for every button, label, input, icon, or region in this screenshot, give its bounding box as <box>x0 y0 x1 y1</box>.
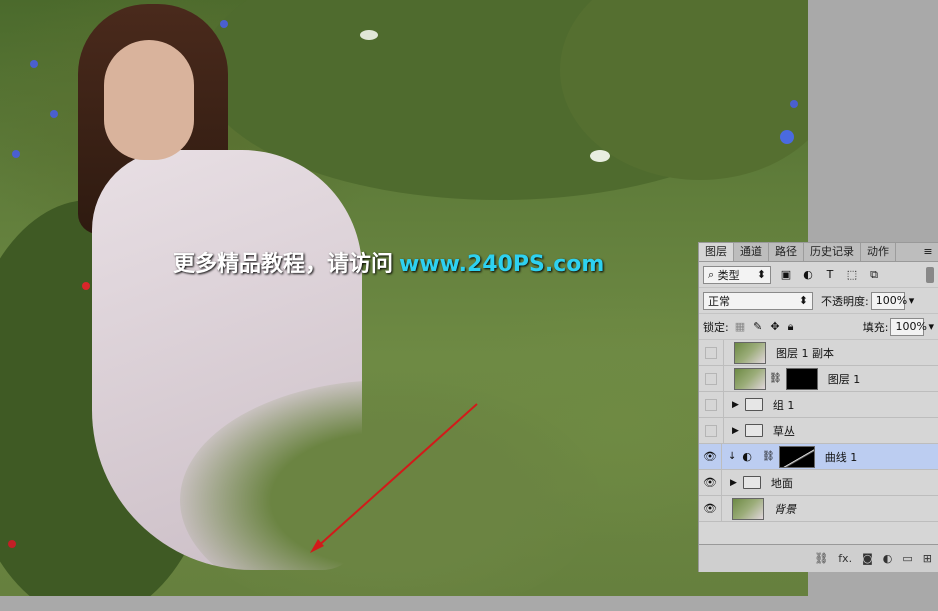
fill-input[interactable]: 100% <box>890 317 927 336</box>
layer-row[interactable]: ▶ 草丛 <box>699 417 938 444</box>
tab-layers[interactable]: 图层 <box>699 243 734 261</box>
visibility-toggle[interactable] <box>705 372 717 385</box>
fill-label: 填充: <box>862 320 889 334</box>
visibility-toggle[interactable] <box>705 424 717 437</box>
divider <box>723 365 724 392</box>
divider <box>721 469 722 496</box>
visibility-toggle[interactable] <box>705 398 717 411</box>
divider <box>721 495 722 522</box>
blend-mode-select[interactable]: 正常 ⬍ <box>703 291 813 310</box>
layer-name[interactable]: 草丛 <box>773 423 795 439</box>
filter-kind-label: 类型 <box>717 268 740 282</box>
layers-panel: 图层 通道 路径 历史记录 动作 ≡ ⌕ 类型 ⬍ ▣ ◐ T ⬚ ⧉ 正常 ⬍ 不透明度:… <box>698 242 938 572</box>
blend-mode-value: 正常 <box>708 294 730 308</box>
opacity-input[interactable]: 100% <box>870 291 907 310</box>
search-icon: ⌕ <box>708 267 715 281</box>
tab-channels[interactable]: 通道 <box>734 243 769 261</box>
opacity-label: 不透明度: <box>821 294 869 308</box>
layer-row[interactable]: ⛓ 图层 1 <box>699 365 938 392</box>
layer-name[interactable]: 曲线 1 <box>825 449 858 465</box>
layer-thumbnail <box>734 367 766 390</box>
tab-paths[interactable]: 路径 <box>769 243 804 261</box>
adjustment-curves-icon: ◐ <box>742 450 752 463</box>
folder-icon[interactable]: ▭ <box>902 552 912 565</box>
adjustment-icon[interactable]: ◐ <box>883 552 893 565</box>
link-chain-icon[interactable]: ⛓ <box>769 373 782 384</box>
filter-icons: ▣ ◐ T ⬚ ⧉ <box>771 268 881 281</box>
smart-object-filter-icon[interactable]: ⧉ <box>867 268 881 281</box>
chevron-down-icon[interactable]: ▾ <box>909 294 915 307</box>
lock-row: 锁定: ▦ ✎ ✥ 🔒︎ 填充: 100% ▾ <box>699 314 938 340</box>
divider <box>723 417 724 444</box>
eye-icon[interactable]: 👁︎ <box>699 450 721 463</box>
layer-name[interactable]: 背景 <box>774 501 796 517</box>
layer-row[interactable]: ▶ 组 1 <box>699 391 938 418</box>
layer-name[interactable]: 图层 1 副本 <box>776 345 834 361</box>
lock-image-icon[interactable]: ✎ <box>753 320 762 333</box>
adjustment-filter-icon[interactable]: ◐ <box>801 268 815 281</box>
chevron-down-icon[interactable]: ▾ <box>928 320 934 333</box>
layer-mask-thumbnail[interactable] <box>778 445 815 468</box>
filter-row: ⌕ 类型 ⬍ ▣ ◐ T ⬚ ⧉ <box>699 262 938 288</box>
chevron-updown-icon: ⬍ <box>756 268 766 281</box>
red-arrow-annotation <box>310 403 478 553</box>
panel-menu-icon[interactable]: ≡ <box>918 243 938 261</box>
panel-tabs: 图层 通道 路径 历史记录 动作 ≡ <box>699 243 938 262</box>
folder-icon <box>742 476 761 489</box>
lock-transparent-icon[interactable]: ▦ <box>735 320 745 333</box>
layer-name[interactable]: 地面 <box>771 475 793 491</box>
tab-spacer <box>896 243 918 261</box>
divider <box>723 339 724 366</box>
eye-icon[interactable]: 👁︎ <box>699 502 721 515</box>
shape-filter-icon[interactable]: ⬚ <box>845 268 859 281</box>
lock-label: 锁定: <box>703 320 729 334</box>
expand-triangle-icon[interactable]: ▶ <box>732 400 739 410</box>
type-filter-icon[interactable]: T <box>823 268 837 281</box>
fx-icon[interactable]: fx. <box>838 552 852 565</box>
layer-mask-thumbnail[interactable] <box>785 367 818 390</box>
expand-triangle-icon[interactable]: ▶ <box>730 478 737 488</box>
chevron-updown-icon: ⬍ <box>798 294 808 307</box>
blend-row: 正常 ⬍ 不透明度: 100% ▾ <box>699 288 938 314</box>
lock-position-icon[interactable]: ✥ <box>770 320 779 333</box>
folder-icon <box>744 424 763 437</box>
layer-thumbnail <box>734 341 766 364</box>
layer-row[interactable]: 👁︎ 背景 <box>699 495 938 522</box>
image-canvas[interactable]: 更多精品教程，请访问 www.240PS.com <box>0 0 808 596</box>
mask-icon[interactable]: ◙ <box>862 552 873 565</box>
layer-row[interactable]: 👁︎ ▶ 地面 <box>699 469 938 496</box>
link-icon[interactable]: ⛓ <box>814 552 828 565</box>
folder-icon <box>744 398 763 411</box>
layer-row[interactable]: 图层 1 副本 <box>699 339 938 366</box>
panel-bottom-bar: ⛓ fx. ◙ ◐ ▭ ⊞ <box>699 544 938 572</box>
expand-triangle-icon[interactable]: ▶ <box>732 426 739 436</box>
filter-toggle[interactable] <box>926 266 934 283</box>
layer-row-selected[interactable]: 👁︎ ↓ ◐ ⛓ 曲线 1 <box>699 443 938 470</box>
tab-history[interactable]: 历史记录 <box>804 243 861 261</box>
link-chain-icon[interactable]: ⛓ <box>762 451 775 462</box>
new-layer-icon[interactable]: ⊞ <box>923 552 932 565</box>
lock-all-icon[interactable]: 🔒︎ <box>788 320 794 334</box>
filter-kind-select[interactable]: ⌕ 类型 ⬍ <box>703 265 771 284</box>
clip-arrow-icon: ↓ <box>728 451 737 462</box>
tab-actions[interactable]: 动作 <box>861 243 896 261</box>
divider <box>721 443 722 470</box>
layer-thumbnail <box>732 497 764 520</box>
layer-name[interactable]: 图层 1 <box>828 371 861 387</box>
pixel-filter-icon[interactable]: ▣ <box>779 268 793 281</box>
eye-icon[interactable]: 👁︎ <box>699 476 721 489</box>
visibility-toggle[interactable] <box>705 346 717 359</box>
divider <box>723 391 724 418</box>
layer-name[interactable]: 组 1 <box>773 397 795 413</box>
